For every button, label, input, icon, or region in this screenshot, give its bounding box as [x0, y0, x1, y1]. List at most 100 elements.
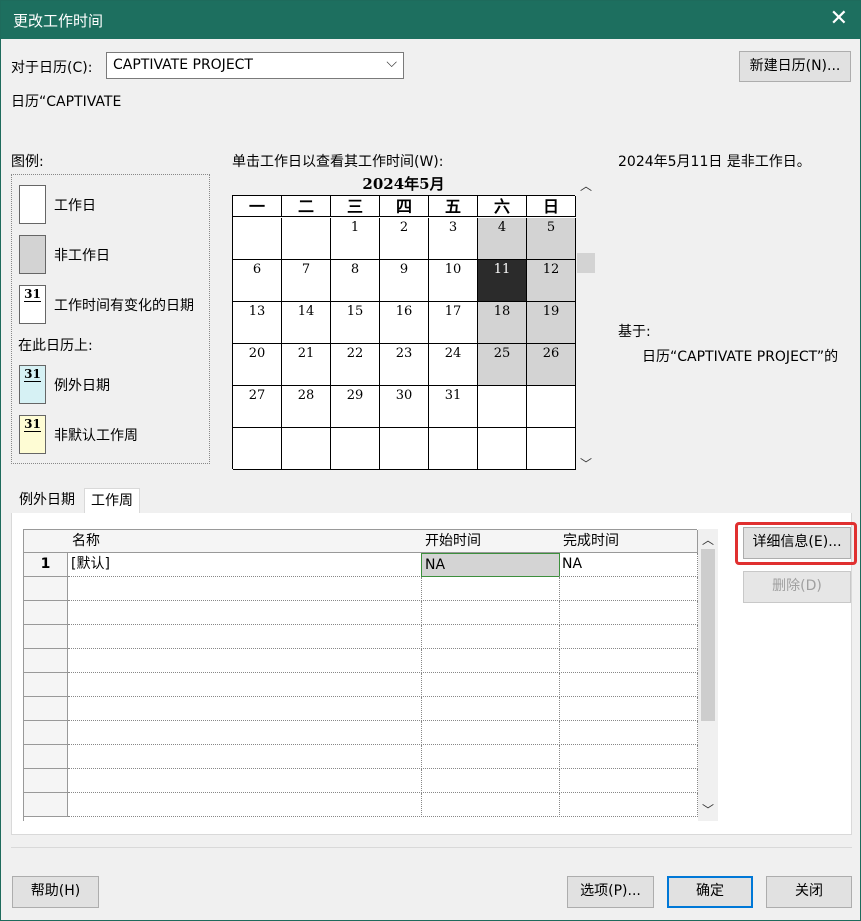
scroll-up-icon[interactable]: ︿	[702, 531, 714, 548]
column-header-start[interactable]: 开始时间	[421, 530, 560, 553]
new-calendar-button[interactable]: 新建日历(N)...	[739, 51, 851, 82]
calendar-day[interactable]: 1	[331, 218, 380, 260]
row-header[interactable]	[24, 769, 68, 793]
calendar-day[interactable]: 25	[478, 344, 527, 386]
calendar-scroll-thumb[interactable]	[577, 253, 595, 273]
column-header-finish[interactable]: 完成时间	[559, 530, 698, 553]
work-weeks-grid[interactable]: 名称 开始时间 完成时间 1 [默认] NA NA	[23, 529, 698, 821]
calendar-day[interactable]: 4	[478, 218, 527, 260]
close-icon[interactable]: ✕	[830, 6, 848, 32]
cell-name[interactable]	[68, 769, 422, 793]
calendar-day[interactable]: 21	[282, 344, 331, 386]
cell-name[interactable]	[68, 649, 422, 673]
close-button[interactable]: 关闭	[766, 876, 852, 908]
calendar-day[interactable]: 16	[380, 302, 429, 344]
cell-name[interactable]	[68, 577, 422, 601]
calendar-select[interactable]: CAPTIVATE PROJECT ⌵	[106, 52, 404, 79]
tab-work-weeks[interactable]: 工作周	[84, 488, 140, 515]
ok-button[interactable]: 确定	[667, 876, 753, 908]
weekday-header[interactable]: 五	[429, 196, 478, 217]
weekday-header[interactable]: 三	[331, 196, 380, 217]
cell-finish-time[interactable]: NA	[559, 553, 698, 577]
tab-exceptions[interactable]: 例外日期	[13, 488, 81, 514]
calendar-day[interactable]: 3	[429, 218, 478, 260]
row-header[interactable]	[24, 625, 68, 649]
row-header[interactable]	[24, 721, 68, 745]
row-header[interactable]	[24, 601, 68, 625]
row-header[interactable]	[24, 793, 68, 817]
month-calendar[interactable]: 一二三四五六日 1 2 3 4 5 6 7 8 9 10 11 12 13 14 15 16 17 18 19 20 21…	[232, 195, 576, 470]
calendar-day[interactable]: 22	[331, 344, 380, 386]
cell-finish-time[interactable]	[559, 649, 698, 673]
cell-name[interactable]: [默认]	[68, 553, 422, 577]
weekday-header[interactable]: 日	[527, 196, 576, 217]
cell-start-time[interactable]	[421, 793, 560, 817]
calendar-day[interactable]: 7	[282, 260, 331, 302]
cell-finish-time[interactable]	[559, 577, 698, 601]
cell-name[interactable]	[68, 793, 422, 817]
calendar-day[interactable]: 10	[429, 260, 478, 302]
delete-button[interactable]: 删除(D)	[743, 571, 851, 603]
cell-name[interactable]	[68, 673, 422, 697]
row-header[interactable]	[24, 673, 68, 697]
cell-finish-time[interactable]	[559, 745, 698, 769]
cell-start-time[interactable]	[421, 649, 560, 673]
weekday-header[interactable]: 四	[380, 196, 429, 217]
scrollbar-thumb[interactable]	[701, 549, 715, 721]
cell-finish-time[interactable]	[559, 721, 698, 745]
cell-start-time[interactable]	[421, 577, 560, 601]
calendar-day[interactable]: 2	[380, 218, 429, 260]
row-header[interactable]	[24, 697, 68, 721]
calendar-day[interactable]: 31	[429, 386, 478, 428]
calendar-day[interactable]: 12	[527, 260, 576, 302]
calendar-day[interactable]: 8	[331, 260, 380, 302]
calendar-day[interactable]: 28	[282, 386, 331, 428]
weekday-header[interactable]: 一	[233, 196, 282, 217]
cell-finish-time[interactable]	[559, 601, 698, 625]
cell-start-time[interactable]	[421, 745, 560, 769]
cell-name[interactable]	[68, 697, 422, 721]
calendar-day[interactable]: 6	[233, 260, 282, 302]
row-header[interactable]	[24, 577, 68, 601]
cell-start-time[interactable]	[421, 625, 560, 649]
cell-start-time[interactable]	[421, 601, 560, 625]
calendar-day[interactable]: 13	[233, 302, 282, 344]
calendar-day[interactable]: 30	[380, 386, 429, 428]
cell-start-time[interactable]	[421, 769, 560, 793]
row-header[interactable]	[24, 745, 68, 769]
calendar-scroll-up-icon[interactable]: ︿	[580, 177, 592, 194]
cell-finish-time[interactable]	[559, 769, 698, 793]
cell-start-time[interactable]	[421, 721, 560, 745]
cell-finish-time[interactable]	[559, 673, 698, 697]
calendar-day[interactable]: 26	[527, 344, 576, 386]
cell-start-time[interactable]: NA	[421, 553, 560, 577]
scroll-down-icon[interactable]: ﹀	[702, 801, 714, 818]
calendar-day[interactable]: 23	[380, 344, 429, 386]
cell-name[interactable]	[68, 625, 422, 649]
calendar-day[interactable]: 19	[527, 302, 576, 344]
column-header-name[interactable]: 名称	[68, 530, 422, 553]
calendar-day[interactable]: 18	[478, 302, 527, 344]
grid-scrollbar[interactable]: ︿ ﹀	[698, 529, 718, 821]
calendar-day[interactable]: 27	[233, 386, 282, 428]
cell-start-time[interactable]	[421, 673, 560, 697]
cell-start-time[interactable]	[421, 697, 560, 721]
calendar-day[interactable]: 20	[233, 344, 282, 386]
calendar-day[interactable]: 24	[429, 344, 478, 386]
row-header[interactable]: 1	[24, 553, 68, 577]
options-button[interactable]: 选项(P)...	[567, 876, 654, 908]
calendar-day[interactable]: 29	[331, 386, 380, 428]
calendar-day[interactable]: 11	[478, 260, 527, 302]
help-button[interactable]: 帮助(H)	[12, 876, 99, 908]
calendar-day[interactable]: 17	[429, 302, 478, 344]
cell-name[interactable]	[68, 601, 422, 625]
calendar-day[interactable]: 9	[380, 260, 429, 302]
calendar-scroll-down-icon[interactable]: ﹀	[580, 455, 592, 472]
cell-name[interactable]	[68, 721, 422, 745]
cell-finish-time[interactable]	[559, 793, 698, 817]
cell-finish-time[interactable]	[559, 697, 698, 721]
calendar-day[interactable]: 14	[282, 302, 331, 344]
cell-name[interactable]	[68, 745, 422, 769]
weekday-header[interactable]: 六	[478, 196, 527, 217]
calendar-day[interactable]: 5	[527, 218, 576, 260]
